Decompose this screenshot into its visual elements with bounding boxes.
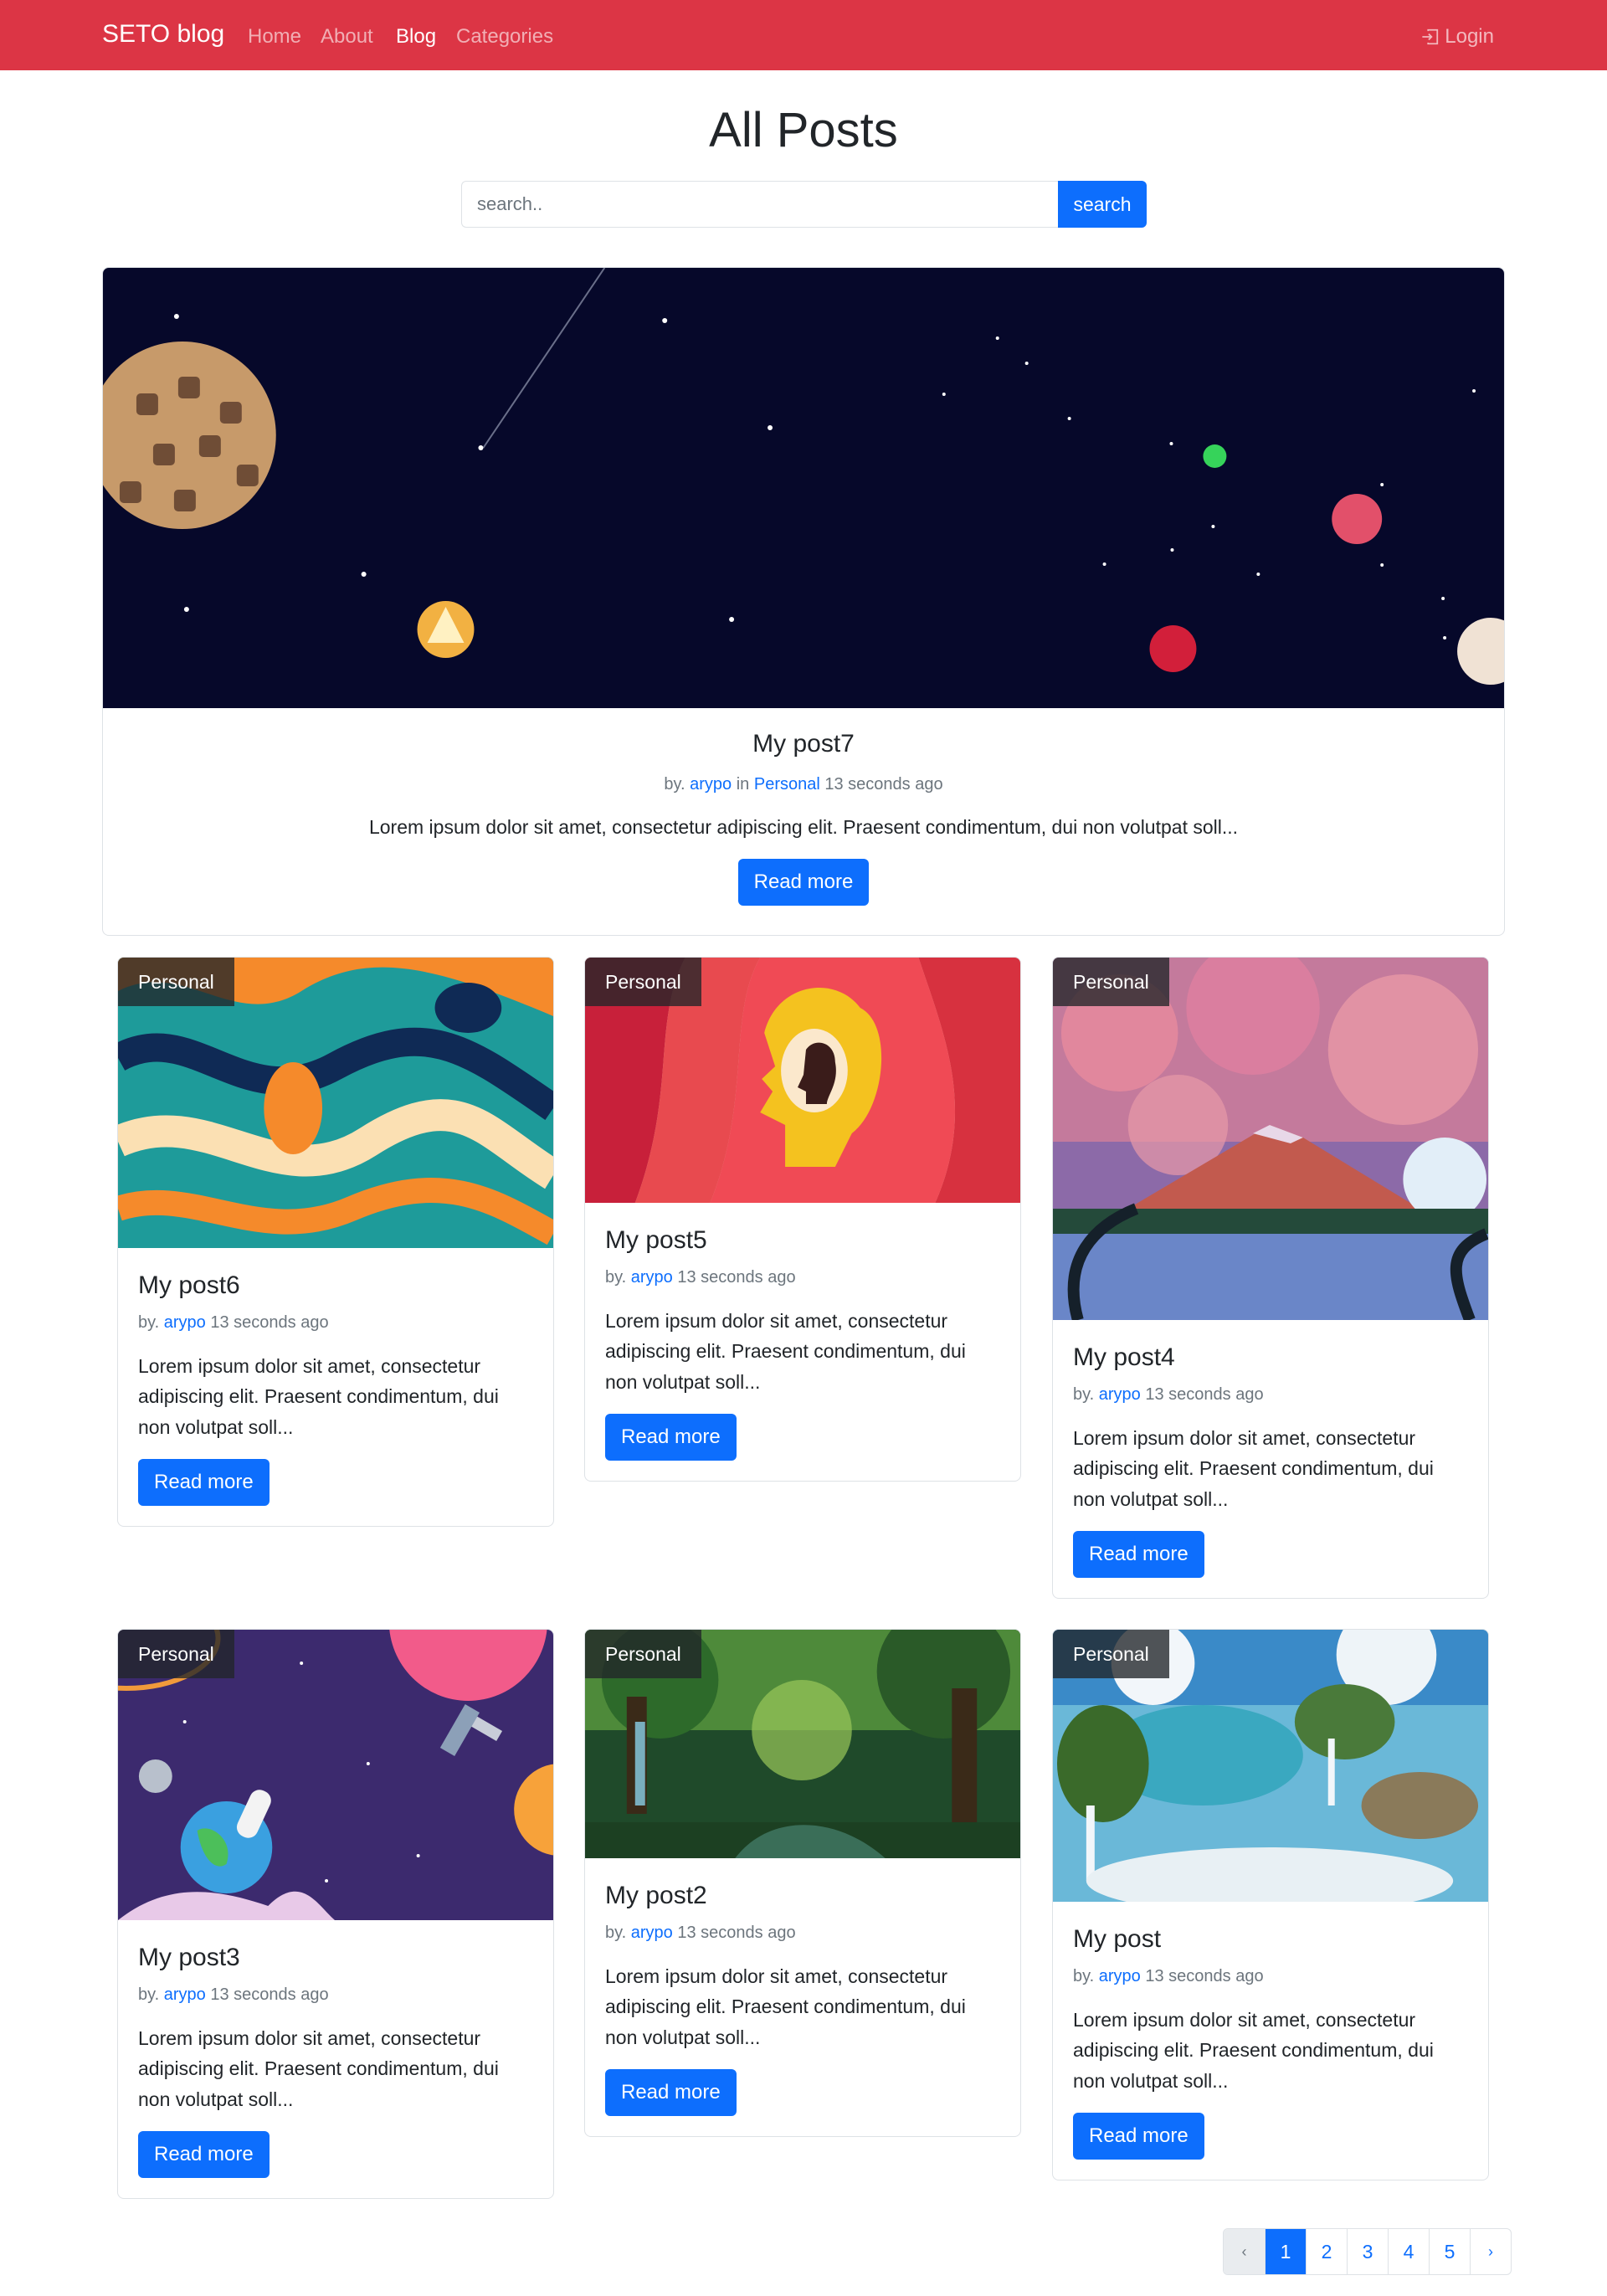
brand-link[interactable]: SETO blog [102, 20, 224, 49]
featured-post-body: My post7 by. arypo in Personal 13 second… [103, 730, 1504, 906]
post-title[interactable]: My post3 [138, 1944, 533, 1972]
post-card: Personal My post2 by. arypo 13 seconds a… [584, 1629, 1021, 2137]
post-meta: by. arypo 13 seconds ago [1073, 1385, 1468, 1405]
post-title[interactable]: My post [1073, 1925, 1468, 1954]
post-title[interactable]: My post5 [605, 1226, 1000, 1255]
featured-post-title[interactable]: My post7 [103, 730, 1504, 758]
meta-by: by. [605, 1924, 627, 1942]
meta-time: 13 seconds ago [210, 1985, 329, 2004]
meta-time: 13 seconds ago [677, 1924, 796, 1942]
search-input[interactable] [461, 181, 1059, 228]
meta-time: 13 seconds ago [824, 775, 943, 794]
post-excerpt: Lorem ipsum dolor sit amet, consectetur … [605, 1965, 966, 2048]
post-card: Personal My post3 by. arypo 13 seconds a… [117, 1629, 554, 2199]
meta-time: 13 seconds ago [210, 1313, 329, 1332]
read-more-button[interactable]: Read more [1073, 1530, 1204, 1578]
post-card: Personal My post6 by. arypo 13 seconds a… [117, 957, 554, 1527]
featured-post-card: My post7 by. arypo in Personal 13 second… [102, 267, 1505, 936]
nav-link-about[interactable]: About [321, 25, 373, 49]
login-label: Login [1445, 25, 1494, 48]
pagination-next[interactable]: › [1470, 2229, 1511, 2274]
nav-link-home[interactable]: Home [248, 25, 301, 49]
post-meta: by. arypo 13 seconds ago [1073, 1967, 1468, 1986]
category-badge[interactable]: Personal [1053, 1630, 1169, 1678]
category-badge[interactable]: Personal [118, 958, 234, 1006]
author-link[interactable]: arypo [164, 1313, 206, 1332]
category-badge[interactable]: Personal [118, 1630, 234, 1678]
pagination: ‹ 1 2 3 4 5 › [1223, 2228, 1512, 2275]
meta-in: in [736, 775, 750, 794]
read-more-button[interactable]: Read more [138, 1458, 270, 1506]
meta-time: 13 seconds ago [677, 1268, 796, 1287]
post-excerpt: Lorem ipsum dolor sit amet, consectetur … [138, 1355, 499, 1438]
login-link[interactable]: Login [1421, 25, 1494, 49]
pagination-page-1[interactable]: 1 [1265, 2229, 1306, 2274]
post-meta: by. arypo 13 seconds ago [138, 1985, 533, 2005]
post-meta: by. arypo 13 seconds ago [605, 1268, 1000, 1287]
post-excerpt: Lorem ipsum dolor sit amet, consectetur … [1073, 2009, 1434, 2092]
meta-by: by. [1073, 1385, 1095, 1404]
read-more-button[interactable]: Read more [605, 2068, 737, 2116]
post-title[interactable]: My post2 [605, 1882, 1000, 1910]
post-excerpt: Lorem ipsum dolor sit amet, consectetur … [1073, 1427, 1434, 1510]
post-card: Personal My post by. arypo 13 seconds ag… [1052, 1629, 1489, 2180]
search-button[interactable]: search [1058, 181, 1147, 228]
page-title: All Posts [709, 103, 898, 157]
meta-by: by. [664, 775, 685, 794]
category-badge[interactable]: Personal [1053, 958, 1169, 1006]
pagination-page-5[interactable]: 5 [1429, 2229, 1470, 2274]
pagination-page-2[interactable]: 2 [1306, 2229, 1347, 2274]
pagination-page-4[interactable]: 4 [1388, 2229, 1429, 2274]
featured-post-meta: by. arypo in Personal 13 seconds ago [103, 775, 1504, 794]
author-link[interactable]: arypo [631, 1268, 673, 1287]
meta-time: 13 seconds ago [1145, 1385, 1264, 1404]
meta-by: by. [138, 1985, 160, 2004]
post-title[interactable]: My post6 [138, 1271, 533, 1300]
read-more-button[interactable]: Read more [737, 859, 870, 906]
read-more-button[interactable]: Read more [605, 1413, 737, 1461]
nav-link-blog[interactable]: Blog [396, 25, 436, 49]
read-more-button[interactable]: Read more [1073, 2112, 1204, 2160]
post-card: Personal My post4 by. arypo 13 seconds a… [1052, 957, 1489, 1599]
read-more-button[interactable]: Read more [138, 2130, 270, 2178]
post-image[interactable] [1053, 958, 1488, 1320]
navbar: SETO blog Home About Blog Categories Log… [0, 0, 1607, 70]
login-icon [1422, 28, 1439, 45]
meta-by: by. [1073, 1967, 1095, 1985]
post-excerpt: Lorem ipsum dolor sit amet, consectetur … [138, 2027, 499, 2110]
pagination-page-3[interactable]: 3 [1347, 2229, 1388, 2274]
author-link[interactable]: arypo [164, 1985, 206, 2004]
author-link[interactable]: arypo [1099, 1385, 1141, 1404]
featured-post-image[interactable] [103, 268, 1504, 708]
category-badge[interactable]: Personal [585, 958, 701, 1006]
category-link[interactable]: Personal [754, 775, 820, 794]
category-badge[interactable]: Personal [585, 1630, 701, 1678]
nav-link-categories[interactable]: Categories [456, 25, 553, 49]
post-meta: by. arypo 13 seconds ago [605, 1924, 1000, 1943]
author-link[interactable]: arypo [690, 775, 732, 794]
post-excerpt: Lorem ipsum dolor sit amet, consectetur … [605, 1310, 966, 1393]
meta-time: 13 seconds ago [1145, 1967, 1264, 1985]
featured-post-excerpt: Lorem ipsum dolor sit amet, consectetur … [368, 816, 1239, 838]
pagination-prev[interactable]: ‹ [1224, 2229, 1265, 2274]
meta-by: by. [138, 1313, 160, 1332]
post-card: Personal My post5 by. arypo 13 seconds a… [584, 957, 1021, 1482]
post-title[interactable]: My post4 [1073, 1343, 1468, 1372]
author-link[interactable]: arypo [1099, 1967, 1141, 1985]
author-link[interactable]: arypo [631, 1924, 673, 1942]
meta-by: by. [605, 1268, 627, 1287]
post-meta: by. arypo 13 seconds ago [138, 1313, 533, 1333]
